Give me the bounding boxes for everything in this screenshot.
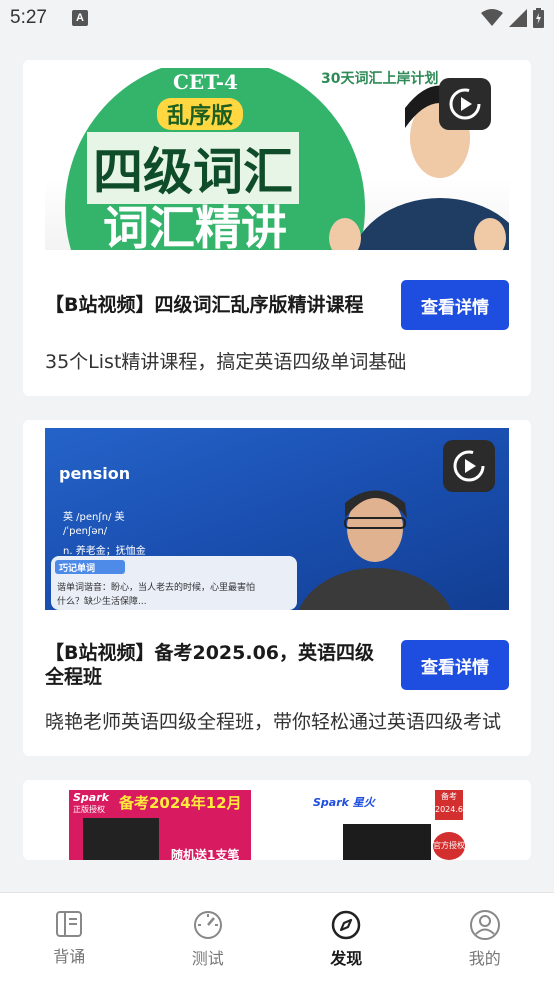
view-details-button[interactable]: 查看详情 <box>401 640 509 690</box>
course-card[interactable]: CET-4 乱序版 四级词汇 词汇精讲 30天词汇上岸计划 【B站视频】四级词汇… <box>23 60 531 396</box>
gauge-icon <box>193 911 222 939</box>
cover-corner-text: 30天词汇上岸计划 <box>321 71 439 87</box>
phonetic-line-2: /ˈpenʃən/ <box>63 526 108 537</box>
discover-feed: CET-4 乱序版 四级词汇 词汇精讲 30天词汇上岸计划 【B站视频】四级词汇… <box>23 60 531 884</box>
promo-banner-left[interactable]: Spark 正版授权 备考2024年12月 随机送1支笔 <box>69 790 251 860</box>
cet4-badge: CET-4 <box>173 70 238 94</box>
course-title: 【B站视频】四级词汇乱序版精讲课程 <box>45 294 364 316</box>
course-thumbnail[interactable]: CET-4 乱序版 四级词汇 词汇精讲 30天词汇上岸计划 <box>45 68 509 250</box>
wifi-icon <box>481 9 503 26</box>
view-details-button[interactable]: 查看详情 <box>401 280 509 330</box>
signal-icon <box>509 9 527 27</box>
phonetic-line-1: 英 /penʃn/ 美 <box>63 512 125 523</box>
nav-label: 背诵 <box>53 947 86 966</box>
course-thumbnail[interactable]: pension 英 /penʃn/ 美 /ˈpenʃən/ n. 养老金；抚恤金… <box>45 428 509 610</box>
course-card[interactable]: pension 英 /penʃn/ 美 /ˈpenʃən/ n. 养老金；抚恤金… <box>23 420 531 756</box>
nav-label: 测试 <box>191 949 224 968</box>
shuffle-tag: 乱序版 <box>157 98 244 130</box>
status-bar: 5:27 A <box>0 0 554 38</box>
nav-label: 发现 <box>330 949 363 968</box>
battery-icon <box>533 8 544 28</box>
replay-video-icon[interactable] <box>443 440 495 492</box>
nav-item-test[interactable]: 测试 <box>168 909 248 969</box>
promo-card[interactable]: Spark 正版授权 备考2024年12月 随机送1支笔 Spark 星火 备考… <box>23 780 531 860</box>
tip-title: 巧记单词 <box>59 564 96 574</box>
vocab-word: pension <box>59 464 131 483</box>
promo-banner-right[interactable]: Spark 星火 备考 2024.6 官方授权 <box>313 790 473 860</box>
word-meaning: n. 养老金；抚恤金 <box>63 546 146 557</box>
promo-left-sub: 随机送1支笔 <box>171 848 240 860</box>
status-time: 5:27 <box>10 7 47 28</box>
promo-badge-date: 2024.6 <box>435 805 463 814</box>
promo-left-headline: 备考2024年12月 <box>119 794 242 812</box>
promo-right-brand: Spark 星火 <box>313 796 375 809</box>
status-icons <box>481 8 544 28</box>
tip-line-2: 什么？缺少生活保障... <box>57 597 147 607</box>
user-icon <box>469 910 500 940</box>
promo-badge-top: 备考 <box>441 792 457 801</box>
nav-item-recite[interactable]: 背诵 <box>29 909 109 967</box>
promo-left-tag: 正版授权 <box>73 805 105 814</box>
cover-headline-2: 词汇精讲 <box>103 201 287 250</box>
tip-line-1: 谐单词谐音：盼心，当人老去的时候，心里最害怕 <box>57 583 256 593</box>
promo-left-brand: Spark <box>73 791 109 804</box>
notification-a-icon: A <box>72 10 88 26</box>
course-description: 晓艳老师英语四级全程班，带你轻松通过英语四级考试 <box>45 711 502 733</box>
book-icon <box>56 911 83 937</box>
bottom-nav: 背诵 测试 发现 我的 <box>0 892 554 984</box>
compass-icon <box>332 910 361 940</box>
replay-video-icon[interactable] <box>439 78 491 130</box>
course-title: 【B站视频】备考2025.06，英语四级全程班 <box>45 642 375 688</box>
nav-item-profile[interactable]: 我的 <box>445 909 525 969</box>
course-description: 35个List精讲课程，搞定英语四级单词基础 <box>45 351 407 373</box>
nav-label: 我的 <box>468 949 501 968</box>
promo-badge-auth: 官方授权 <box>433 832 465 860</box>
nav-item-discover[interactable]: 发现 <box>306 909 386 969</box>
